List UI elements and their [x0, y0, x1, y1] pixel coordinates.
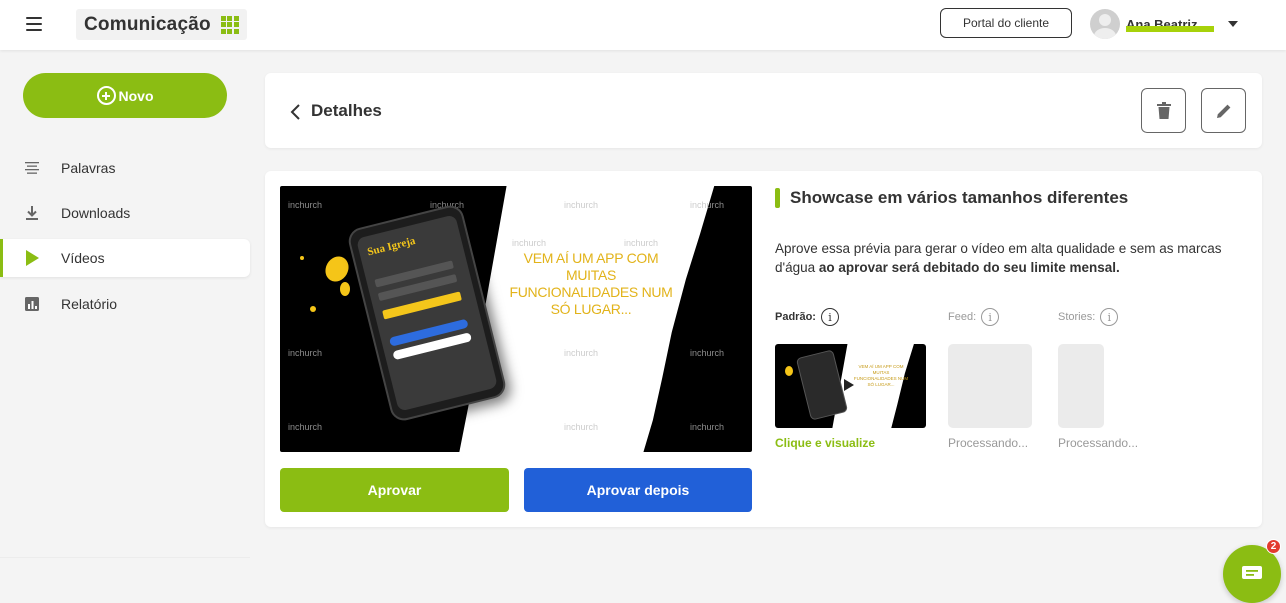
- watermark-text: inchurch: [564, 348, 599, 358]
- top-bar: Comunicação Portal do cliente Ana Beatri…: [0, 0, 1286, 50]
- feed-status: Processando...: [948, 436, 1029, 450]
- info-icon[interactable]: i: [1100, 308, 1119, 326]
- chevron-down-icon: [1228, 21, 1238, 27]
- page-title: Detalhes: [311, 101, 382, 120]
- app-title: Comunicação: [84, 13, 211, 35]
- watermark-text: inchurch: [288, 422, 323, 432]
- phone-mockup: [795, 349, 849, 421]
- sidebar-divider: [0, 557, 250, 558]
- standard-video-thumbnail[interactable]: VEM AÍ UM APP COM MUITAS FUNCIONALIDADES…: [775, 344, 926, 428]
- download-icon: [24, 205, 40, 221]
- sidebar-item-videos[interactable]: Vídeos: [0, 239, 250, 277]
- sidebar-item-label: Relatório: [61, 296, 118, 312]
- stories-placeholder: [1058, 344, 1104, 428]
- sidebar-item-label: Palavras: [61, 160, 116, 176]
- view-video-link[interactable]: Clique e visualize: [775, 436, 875, 450]
- format-stories-label: Stories: i: [1058, 308, 1119, 326]
- watermark-text: inchurch: [690, 422, 725, 432]
- delete-button[interactable]: [1141, 88, 1186, 133]
- video-detail-card: inchurch inchurch inchurch inchurch inch…: [265, 171, 1262, 527]
- notification-badge: 2: [1266, 539, 1281, 554]
- watermark-text: inchurch: [690, 200, 725, 210]
- play-icon: [844, 379, 854, 391]
- apps-grid-icon: [220, 15, 239, 34]
- details-header: Detalhes: [265, 73, 1262, 148]
- section-description: Aprove essa prévia para gerar o vídeo em…: [775, 241, 1222, 275]
- back-chevron-icon[interactable]: [287, 101, 305, 123]
- phone-mockup: Sua Igreja: [345, 202, 509, 424]
- approve-later-button[interactable]: Aprovar depois: [524, 468, 752, 512]
- watermark-text: inchurch: [288, 200, 323, 210]
- watermark-text: inchurch: [690, 348, 725, 358]
- feed-placeholder: [948, 344, 1032, 428]
- portal-button[interactable]: Portal do cliente: [940, 8, 1072, 38]
- app-switcher[interactable]: Comunicação: [76, 9, 247, 40]
- sidebar-item-label: Vídeos: [61, 250, 105, 266]
- preview-background: [459, 186, 715, 452]
- sidebar-item-label: Downloads: [61, 205, 131, 221]
- menu-icon[interactable]: [26, 17, 42, 31]
- new-button-label: Novo: [118, 87, 154, 104]
- info-icon[interactable]: i: [820, 308, 839, 326]
- preview-headline: VEM AÍ UM APP COM MUITAS FUNCIONALIDADES…: [509, 250, 673, 317]
- chat-icon: [1242, 566, 1262, 579]
- avatar: [1090, 9, 1120, 39]
- thumbnail-headline: VEM AÍ UM APP COM MUITAS FUNCIONALIDADES…: [853, 364, 909, 387]
- pencil-icon: [1216, 104, 1230, 118]
- watermark-text: inchurch: [288, 348, 323, 358]
- phone-app-title: Sua Igreja: [366, 234, 417, 259]
- approve-button[interactable]: Aprovar: [280, 468, 509, 512]
- trash-icon: [1156, 102, 1171, 119]
- edit-button[interactable]: [1201, 88, 1246, 133]
- sidebar-item-palavras[interactable]: Palavras: [0, 149, 250, 187]
- paint-splat: [300, 256, 304, 260]
- watermark-text: inchurch: [564, 422, 599, 432]
- format-feed-label: Feed: i: [948, 308, 1000, 326]
- paint-splat: [785, 366, 793, 376]
- info-icon[interactable]: i: [981, 308, 1000, 326]
- stories-status: Processando...: [1058, 436, 1139, 450]
- paint-splat: [310, 306, 316, 312]
- paint-splat: [320, 252, 354, 286]
- user-name: Ana Beatriz: [1126, 17, 1214, 32]
- watermark-text: inchurch: [624, 238, 659, 248]
- watermark-text: inchurch: [564, 200, 599, 210]
- text-lines-icon: [24, 160, 40, 176]
- sidebar-item-relatorio[interactable]: Relatório: [0, 285, 250, 323]
- sidebar-item-downloads[interactable]: Downloads: [0, 194, 250, 232]
- new-button[interactable]: Novo: [23, 73, 227, 118]
- section-accent-bar: [775, 188, 780, 208]
- plus-circle-icon: [96, 86, 116, 105]
- bar-chart-icon: [24, 296, 40, 312]
- section-title: Showcase em vários tamanhos diferentes: [790, 188, 1129, 207]
- watermark-text: inchurch: [512, 238, 547, 248]
- user-menu[interactable]: Ana Beatriz: [1090, 9, 1238, 39]
- video-preview[interactable]: inchurch inchurch inchurch inchurch inch…: [280, 186, 752, 452]
- paint-splat: [340, 282, 350, 296]
- format-standard-label: Padrão: i: [775, 308, 839, 326]
- play-icon: [24, 250, 40, 266]
